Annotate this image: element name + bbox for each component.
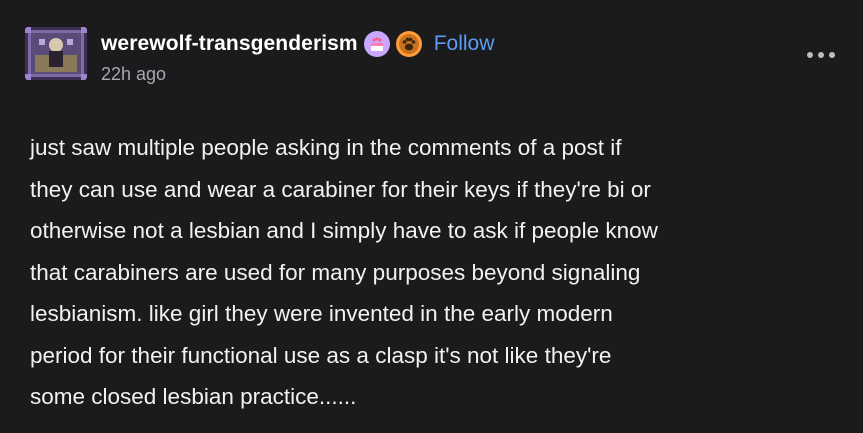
cake-badge-icon[interactable] (363, 31, 390, 57)
follow-button[interactable]: Follow (434, 32, 495, 56)
more-dot (818, 52, 824, 58)
paw-badge-icon[interactable] (395, 31, 422, 57)
post-timestamp[interactable]: 22h ago (101, 64, 166, 85)
author-username[interactable]: werewolf-transgenderism (101, 32, 358, 56)
more-dot (829, 52, 835, 58)
author-row: werewolf-transgenderism Follow (101, 30, 781, 58)
post-body: just saw multiple people asking in the c… (30, 127, 840, 418)
avatar-image (25, 27, 87, 80)
avatar[interactable] (25, 27, 87, 80)
post-body-text: just saw multiple people asking in the c… (30, 135, 658, 409)
post-card: werewolf-transgenderism Follow 22h ago j… (0, 0, 863, 433)
more-options-icon[interactable] (807, 50, 835, 60)
more-dot (807, 52, 813, 58)
post-header: werewolf-transgenderism Follow 22h ago (101, 30, 781, 90)
